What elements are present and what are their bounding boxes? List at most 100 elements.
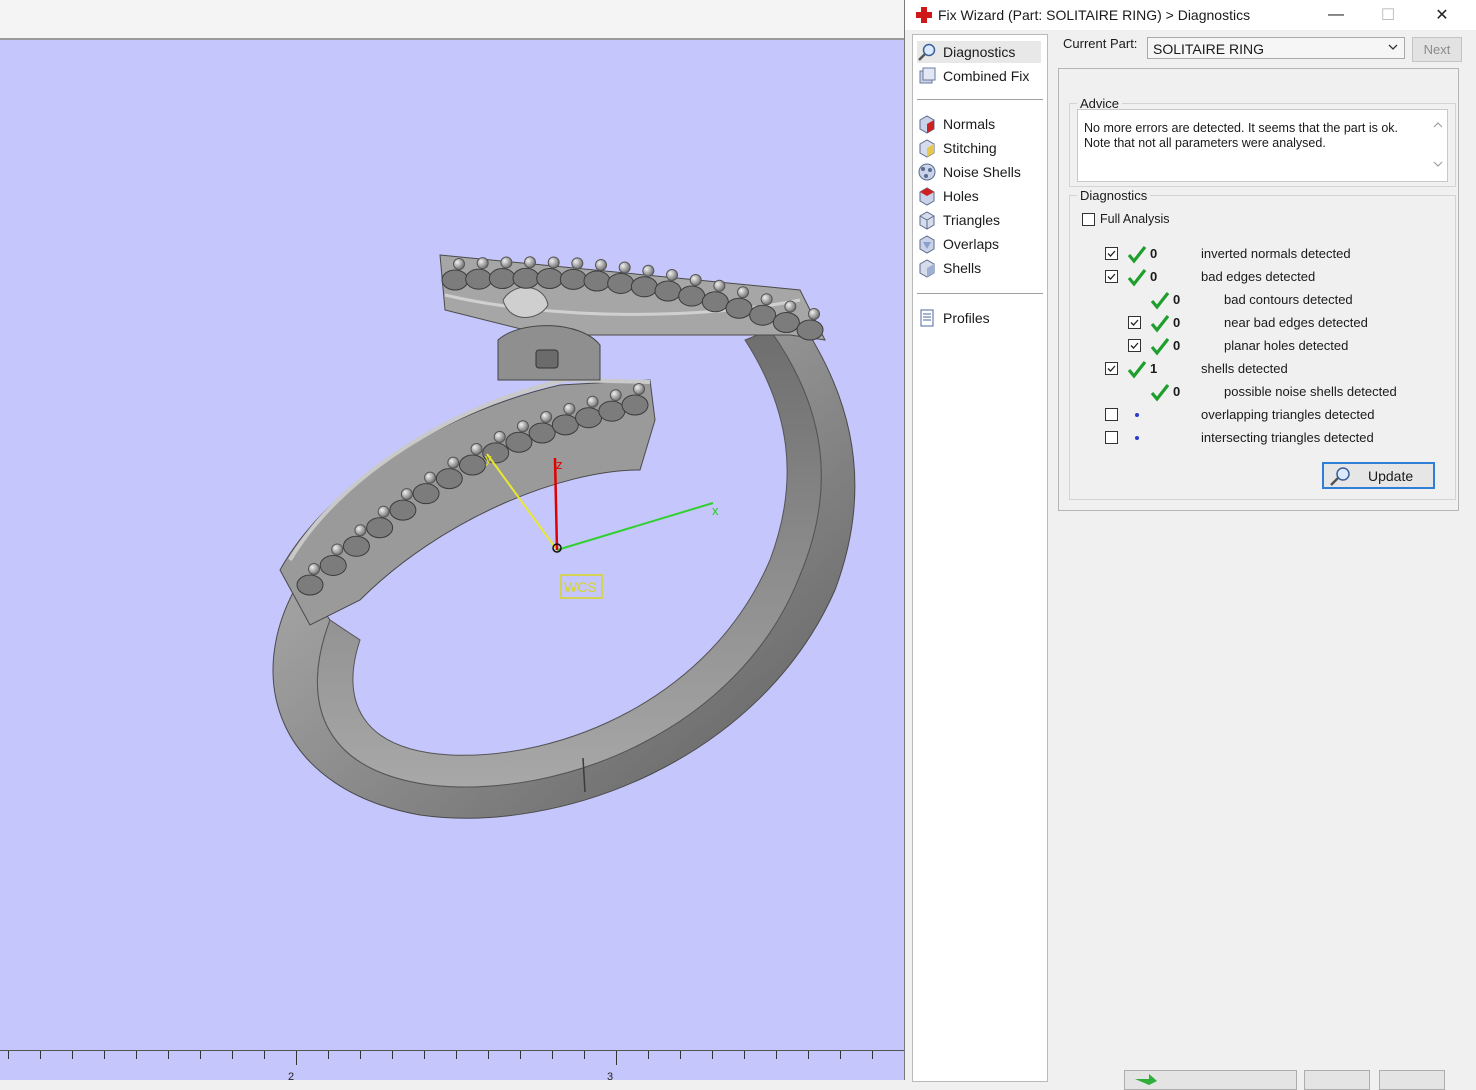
scroll-down-icon[interactable]	[1433, 161, 1443, 167]
magnifier-icon	[918, 43, 936, 61]
viewport-ruler: 2 3	[0, 1050, 904, 1080]
nav-item-holes[interactable]: Holes	[917, 185, 1041, 207]
prong-ball	[470, 443, 483, 455]
normals-icon	[919, 115, 935, 134]
prong-ball	[633, 383, 645, 395]
x-axis-line	[556, 502, 714, 551]
dialog-title: Fix Wizard (Part: SOLITAIRE RING) > Diag…	[938, 7, 1251, 23]
stone-setting	[749, 304, 777, 326]
scroll-up-icon[interactable]	[1433, 122, 1443, 128]
bad-edges-label: bad edges detected	[1201, 269, 1316, 284]
nav-item-profiles[interactable]: Profiles	[917, 307, 1041, 329]
noise-shells-count: 0	[1173, 384, 1181, 399]
stone-setting	[389, 499, 417, 521]
nav-separator	[917, 293, 1043, 294]
intersecting-triangles-checkbox[interactable]	[1105, 431, 1118, 444]
prong-ball	[586, 395, 599, 408]
ruler-tick	[776, 1051, 777, 1059]
shells-icon	[919, 259, 935, 278]
viewport-toolbar	[0, 0, 904, 40]
nav-label-holes: Holes	[943, 188, 979, 204]
nav-item-normals[interactable]: Normals	[917, 113, 1041, 135]
near-bad-edges-checkbox[interactable]	[1128, 316, 1141, 329]
nav-label-diagnostics: Diagnostics	[943, 44, 1016, 60]
stone-setting	[621, 394, 649, 416]
nav-item-stitching[interactable]: Stitching	[917, 137, 1041, 159]
current-part-select[interactable]: SOLITAIRE RING	[1147, 37, 1405, 59]
prong-ball	[642, 264, 655, 277]
intersecting-triangles-label: intersecting triangles detected	[1201, 430, 1374, 445]
ruler-tick	[552, 1051, 553, 1059]
prong-ball	[308, 563, 320, 575]
inverted-normals-label: inverted normals detected	[1201, 246, 1351, 261]
bottom-button-1[interactable]	[1124, 1070, 1297, 1090]
inverted-normals-checkbox[interactable]	[1105, 247, 1118, 260]
near-bad-edges-count: 0	[1173, 315, 1181, 330]
dialog-titlebar[interactable]: Fix Wizard (Part: SOLITAIRE RING) > Diag…	[905, 0, 1476, 30]
stone-setting	[435, 468, 463, 490]
green-check-icon	[1150, 292, 1170, 310]
nav-item-triangles[interactable]: Triangles	[917, 209, 1041, 231]
prong-ball	[524, 256, 536, 269]
inverted-normals-count: 0	[1150, 246, 1158, 261]
red-cross-icon	[916, 7, 932, 23]
prong-ball	[500, 256, 513, 269]
close-button[interactable]: ✕	[1419, 0, 1465, 30]
stone-setting	[607, 272, 635, 294]
nav-label-noise-shells: Noise Shells	[943, 164, 1021, 180]
advice-line: Note that not all parameters were analys…	[1084, 136, 1326, 150]
minimize-button[interactable]: —	[1313, 0, 1359, 30]
prong-ball	[609, 389, 622, 402]
ruler-tick	[680, 1051, 681, 1059]
current-part-label: Current Part:	[1063, 36, 1138, 51]
maximize-button[interactable]: ☐	[1365, 0, 1411, 30]
status-dot-icon	[1135, 413, 1139, 417]
ruler-tick	[104, 1051, 105, 1059]
stone-setting	[505, 431, 533, 453]
z-axis-label: z	[556, 457, 563, 472]
green-check-icon	[1127, 361, 1147, 379]
nav-label-overlaps: Overlaps	[943, 236, 1000, 252]
stone-setting	[559, 268, 587, 290]
prong-ball	[377, 505, 390, 518]
stone-setting	[551, 414, 579, 436]
update-button[interactable]: Update	[1322, 462, 1435, 489]
prong-ball	[618, 261, 631, 274]
nav-item-diagnostics[interactable]: Diagnostics	[917, 41, 1041, 63]
prong-ball	[331, 543, 344, 556]
ruler-tick	[744, 1051, 745, 1059]
ring-model-scene[interactable]: x y z WCS	[0, 38, 904, 1050]
stone-setting	[319, 554, 347, 576]
bottom-button-3[interactable]	[1379, 1070, 1445, 1090]
full-analysis-checkbox[interactable]	[1082, 213, 1095, 226]
bad-edges-checkbox[interactable]	[1105, 270, 1118, 283]
advice-textbox[interactable]: No more errors are detected. It seems th…	[1077, 109, 1448, 182]
green-check-icon	[1150, 338, 1170, 356]
nav-item-noise-shells[interactable]: Noise Shells	[917, 161, 1041, 183]
nav-item-overlaps[interactable]: Overlaps	[917, 233, 1041, 255]
overlapping-triangles-checkbox[interactable]	[1105, 408, 1118, 421]
noise-shells-icon	[918, 163, 936, 181]
shells-checkbox[interactable]	[1105, 362, 1118, 375]
advice-scrollbar[interactable]	[1429, 110, 1447, 181]
bottom-button-2[interactable]	[1304, 1070, 1370, 1090]
nav-label-stitching: Stitching	[943, 140, 997, 156]
green-check-icon	[1150, 384, 1170, 402]
stone-setting	[342, 535, 370, 557]
nav-item-shells[interactable]: Shells	[917, 257, 1041, 279]
ruler-tick	[360, 1051, 361, 1059]
green-check-icon	[1127, 269, 1147, 287]
nav-item-combined-fix[interactable]: Combined Fix	[917, 65, 1041, 87]
next-button[interactable]: Next	[1412, 37, 1462, 62]
3d-viewport[interactable]: x y z WCS 2 3	[0, 0, 904, 1080]
stone-setting	[678, 285, 706, 307]
prong-ball	[453, 258, 465, 270]
prong-ball	[516, 420, 529, 433]
prong-ball	[808, 308, 820, 320]
stitching-icon	[919, 139, 935, 158]
noise-shells-label: possible noise shells detected	[1224, 384, 1397, 399]
ruler-tick	[616, 1051, 617, 1065]
stone-setting	[366, 517, 394, 539]
prong-ball	[547, 256, 560, 269]
planar-holes-checkbox[interactable]	[1128, 339, 1141, 352]
